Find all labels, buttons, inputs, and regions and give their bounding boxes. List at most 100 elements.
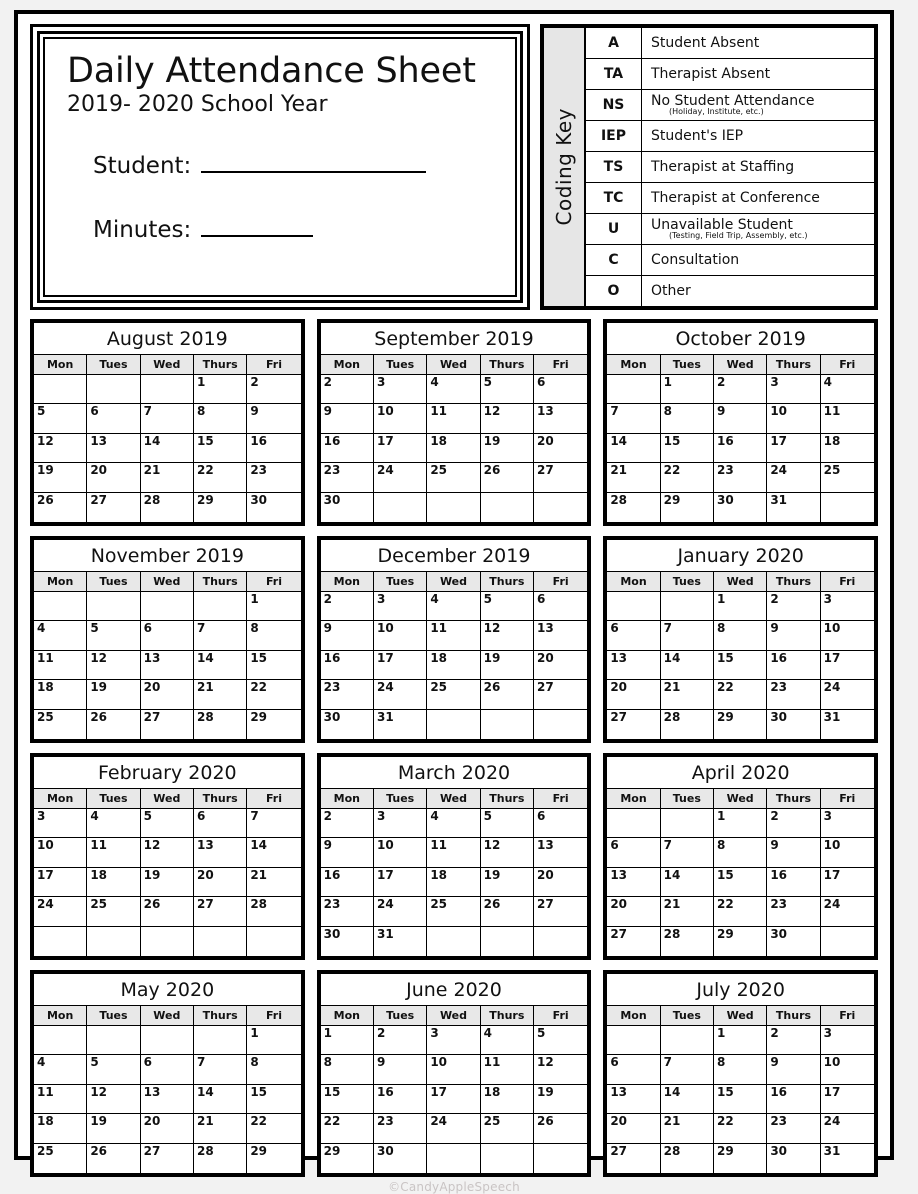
day-cell[interactable]: 18 bbox=[427, 433, 481, 464]
day-cell[interactable]: 10 bbox=[373, 404, 428, 434]
day-cell[interactable]: 9 bbox=[373, 1055, 428, 1085]
day-cell[interactable]: 12 bbox=[480, 404, 534, 434]
day-cell[interactable]: 27 bbox=[607, 1143, 661, 1173]
day-cell[interactable]: 20 bbox=[193, 867, 248, 898]
day-cell[interactable]: 26 bbox=[533, 1114, 588, 1144]
day-cell[interactable]: 8 bbox=[713, 838, 768, 868]
day-cell-empty[interactable] bbox=[660, 809, 714, 839]
day-cell[interactable]: 19 bbox=[87, 1114, 141, 1144]
day-cell[interactable]: 14 bbox=[607, 433, 661, 464]
day-cell[interactable]: 19 bbox=[480, 433, 534, 464]
day-cell-empty[interactable] bbox=[34, 375, 88, 405]
day-cell[interactable]: 2 bbox=[373, 1026, 428, 1056]
day-cell[interactable]: 4 bbox=[427, 375, 481, 405]
day-cell[interactable]: 2 bbox=[320, 375, 374, 405]
day-cell[interactable]: 19 bbox=[533, 1085, 588, 1115]
day-cell[interactable]: 28 bbox=[661, 1143, 714, 1173]
day-cell[interactable]: 20 bbox=[607, 897, 661, 927]
day-cell[interactable]: 31 bbox=[821, 1144, 874, 1173]
day-cell[interactable]: 17 bbox=[767, 433, 821, 464]
day-cell[interactable]: 12 bbox=[87, 1084, 141, 1115]
day-cell[interactable]: 9 bbox=[767, 1055, 821, 1085]
day-cell[interactable]: 4 bbox=[34, 1055, 88, 1085]
day-cell[interactable]: 27 bbox=[141, 1143, 194, 1173]
day-cell[interactable]: 30 bbox=[321, 709, 374, 739]
day-cell[interactable]: 23 bbox=[767, 1114, 821, 1144]
day-cell[interactable]: 1 bbox=[713, 809, 768, 839]
day-cell[interactable]: 17 bbox=[820, 868, 874, 898]
day-cell[interactable]: 6 bbox=[607, 838, 661, 868]
day-cell[interactable]: 9 bbox=[767, 838, 821, 868]
day-cell-empty[interactable] bbox=[607, 809, 661, 839]
day-cell[interactable]: 15 bbox=[247, 1085, 301, 1115]
day-cell[interactable]: 21 bbox=[607, 463, 661, 493]
day-cell[interactable]: 6 bbox=[533, 375, 588, 405]
day-cell[interactable]: 30 bbox=[767, 709, 821, 739]
day-cell[interactable]: 20 bbox=[87, 463, 141, 493]
day-cell-empty[interactable] bbox=[34, 592, 88, 622]
day-cell[interactable]: 19 bbox=[34, 463, 88, 493]
day-cell[interactable]: 23 bbox=[320, 463, 374, 493]
day-cell-empty[interactable] bbox=[193, 592, 248, 622]
day-cell[interactable]: 22 bbox=[247, 1114, 301, 1144]
day-cell-empty[interactable] bbox=[821, 927, 874, 956]
day-cell-empty[interactable] bbox=[87, 375, 141, 405]
day-cell[interactable]: 18 bbox=[427, 867, 481, 898]
day-cell[interactable]: 17 bbox=[820, 1085, 874, 1115]
day-cell[interactable]: 22 bbox=[713, 1114, 768, 1144]
day-cell[interactable]: 27 bbox=[87, 492, 141, 522]
day-cell[interactable]: 17 bbox=[373, 650, 428, 681]
day-cell[interactable]: 29 bbox=[714, 926, 768, 956]
day-cell[interactable]: 3 bbox=[767, 375, 821, 405]
day-cell[interactable]: 3 bbox=[820, 809, 874, 839]
day-cell[interactable]: 12 bbox=[480, 621, 534, 651]
day-cell[interactable]: 5 bbox=[480, 809, 534, 839]
day-cell[interactable]: 6 bbox=[533, 809, 588, 839]
day-cell[interactable]: 21 bbox=[193, 1114, 248, 1144]
day-cell[interactable]: 1 bbox=[320, 1026, 374, 1056]
student-name-blank[interactable] bbox=[201, 151, 427, 173]
day-cell[interactable]: 22 bbox=[193, 463, 248, 493]
day-cell[interactable]: 26 bbox=[87, 709, 141, 739]
day-cell[interactable]: 23 bbox=[247, 463, 301, 493]
day-cell[interactable]: 16 bbox=[373, 1084, 428, 1115]
day-cell[interactable]: 18 bbox=[34, 680, 88, 710]
day-cell[interactable]: 8 bbox=[193, 404, 248, 434]
day-cell[interactable]: 24 bbox=[767, 463, 821, 493]
day-cell-empty[interactable] bbox=[660, 592, 714, 622]
day-cell[interactable]: 18 bbox=[34, 1114, 88, 1144]
day-cell-empty[interactable] bbox=[193, 1026, 248, 1056]
day-cell[interactable]: 12 bbox=[140, 838, 194, 868]
day-cell[interactable]: 9 bbox=[320, 838, 374, 868]
day-cell[interactable]: 3 bbox=[373, 375, 428, 405]
day-cell[interactable]: 13 bbox=[607, 867, 661, 898]
day-cell[interactable]: 27 bbox=[607, 926, 661, 956]
day-cell[interactable]: 15 bbox=[660, 433, 714, 464]
day-cell[interactable]: 5 bbox=[34, 404, 88, 434]
day-cell[interactable]: 20 bbox=[533, 434, 588, 464]
day-cell[interactable]: 31 bbox=[767, 492, 821, 522]
day-cell[interactable]: 25 bbox=[87, 897, 141, 927]
day-cell[interactable]: 1 bbox=[713, 592, 768, 622]
day-cell[interactable]: 23 bbox=[373, 1114, 428, 1144]
day-cell[interactable]: 9 bbox=[767, 621, 821, 651]
day-cell[interactable]: 14 bbox=[660, 650, 714, 681]
day-cell[interactable]: 16 bbox=[767, 650, 821, 681]
day-cell[interactable]: 3 bbox=[820, 1026, 874, 1056]
day-cell[interactable]: 25 bbox=[34, 1143, 88, 1173]
day-cell[interactable]: 13 bbox=[533, 621, 588, 651]
day-cell[interactable]: 21 bbox=[193, 680, 248, 710]
day-cell[interactable]: 18 bbox=[480, 1084, 534, 1115]
day-cell[interactable]: 11 bbox=[427, 621, 481, 651]
day-cell[interactable]: 1 bbox=[193, 375, 248, 405]
day-cell[interactable]: 21 bbox=[660, 897, 714, 927]
day-cell[interactable]: 4 bbox=[480, 1026, 534, 1056]
day-cell[interactable]: 14 bbox=[193, 650, 248, 681]
day-cell[interactable]: 19 bbox=[140, 867, 194, 898]
day-cell[interactable]: 2 bbox=[320, 592, 374, 622]
day-cell-empty[interactable] bbox=[374, 492, 428, 522]
day-cell[interactable]: 14 bbox=[660, 867, 714, 898]
day-cell[interactable]: 21 bbox=[140, 463, 194, 493]
day-cell[interactable]: 12 bbox=[533, 1055, 588, 1085]
day-cell[interactable]: 27 bbox=[141, 709, 194, 739]
